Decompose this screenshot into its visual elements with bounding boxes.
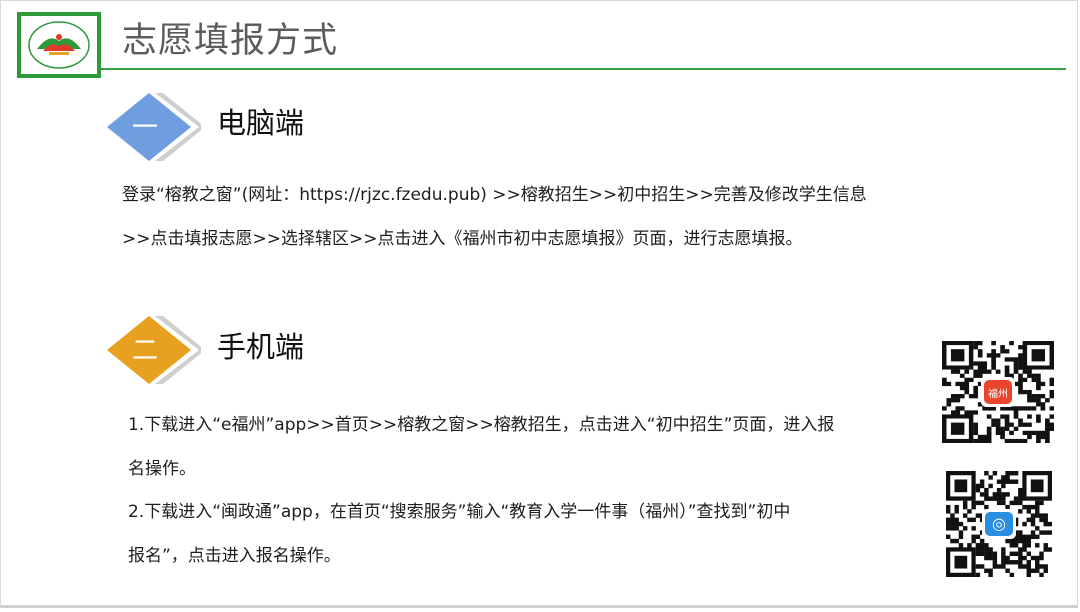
- qr-code-minzhengtong[interactable]: ◎: [946, 471, 1052, 577]
- section-heading-mobile: 手机端: [217, 330, 305, 364]
- school-logo: [17, 12, 101, 78]
- svg-text:◎: ◎: [992, 514, 1006, 533]
- page-title: 志愿填报方式: [122, 21, 339, 61]
- section-badge-1: 一: [107, 93, 201, 161]
- mobile-step-line-3: 2.下载进入“闽政通”app，在首页“搜索服务”输入“教育入学一件事（福州）”查…: [128, 502, 791, 522]
- mobile-step-line-2: 名操作。: [128, 459, 196, 479]
- section-badge-2-number: 二: [132, 336, 158, 366]
- qr-code-e-fuzhou[interactable]: 福州: [942, 341, 1054, 443]
- section-heading-desktop: 电脑端: [217, 106, 305, 140]
- section-badge-2: 二: [107, 316, 201, 384]
- school-logo-icon: [28, 21, 90, 69]
- mobile-step-line-1: 1.下载进入“e福州”app>>首页>>榕教之窗>>榕教招生，点击进入“初中招生…: [128, 415, 835, 435]
- desktop-step-line-1: 登录“榕教之窗”(网址：https://rjzc.fzedu.pub) >>榕教…: [122, 185, 867, 205]
- mobile-step-line-4: 报名”，点击进入报名操作。: [128, 546, 341, 566]
- title-divider: [101, 68, 1066, 70]
- slide-frame: 志愿填报方式 一 电脑端 登录“榕教之窗”(网址：https://rjzc.fz…: [0, 0, 1078, 608]
- svg-text:福州: 福州: [988, 387, 1008, 400]
- section-badge-1-number: 一: [132, 113, 158, 143]
- desktop-step-line-2: >>点击填报志愿>>选择辖区>>点击进入《福州市初中志愿填报》页面，进行志愿填报…: [122, 229, 803, 249]
- qr-code-e-fuzhou-icon: 福州: [942, 341, 1054, 443]
- qr-code-minzhengtong-icon: ◎: [946, 471, 1052, 577]
